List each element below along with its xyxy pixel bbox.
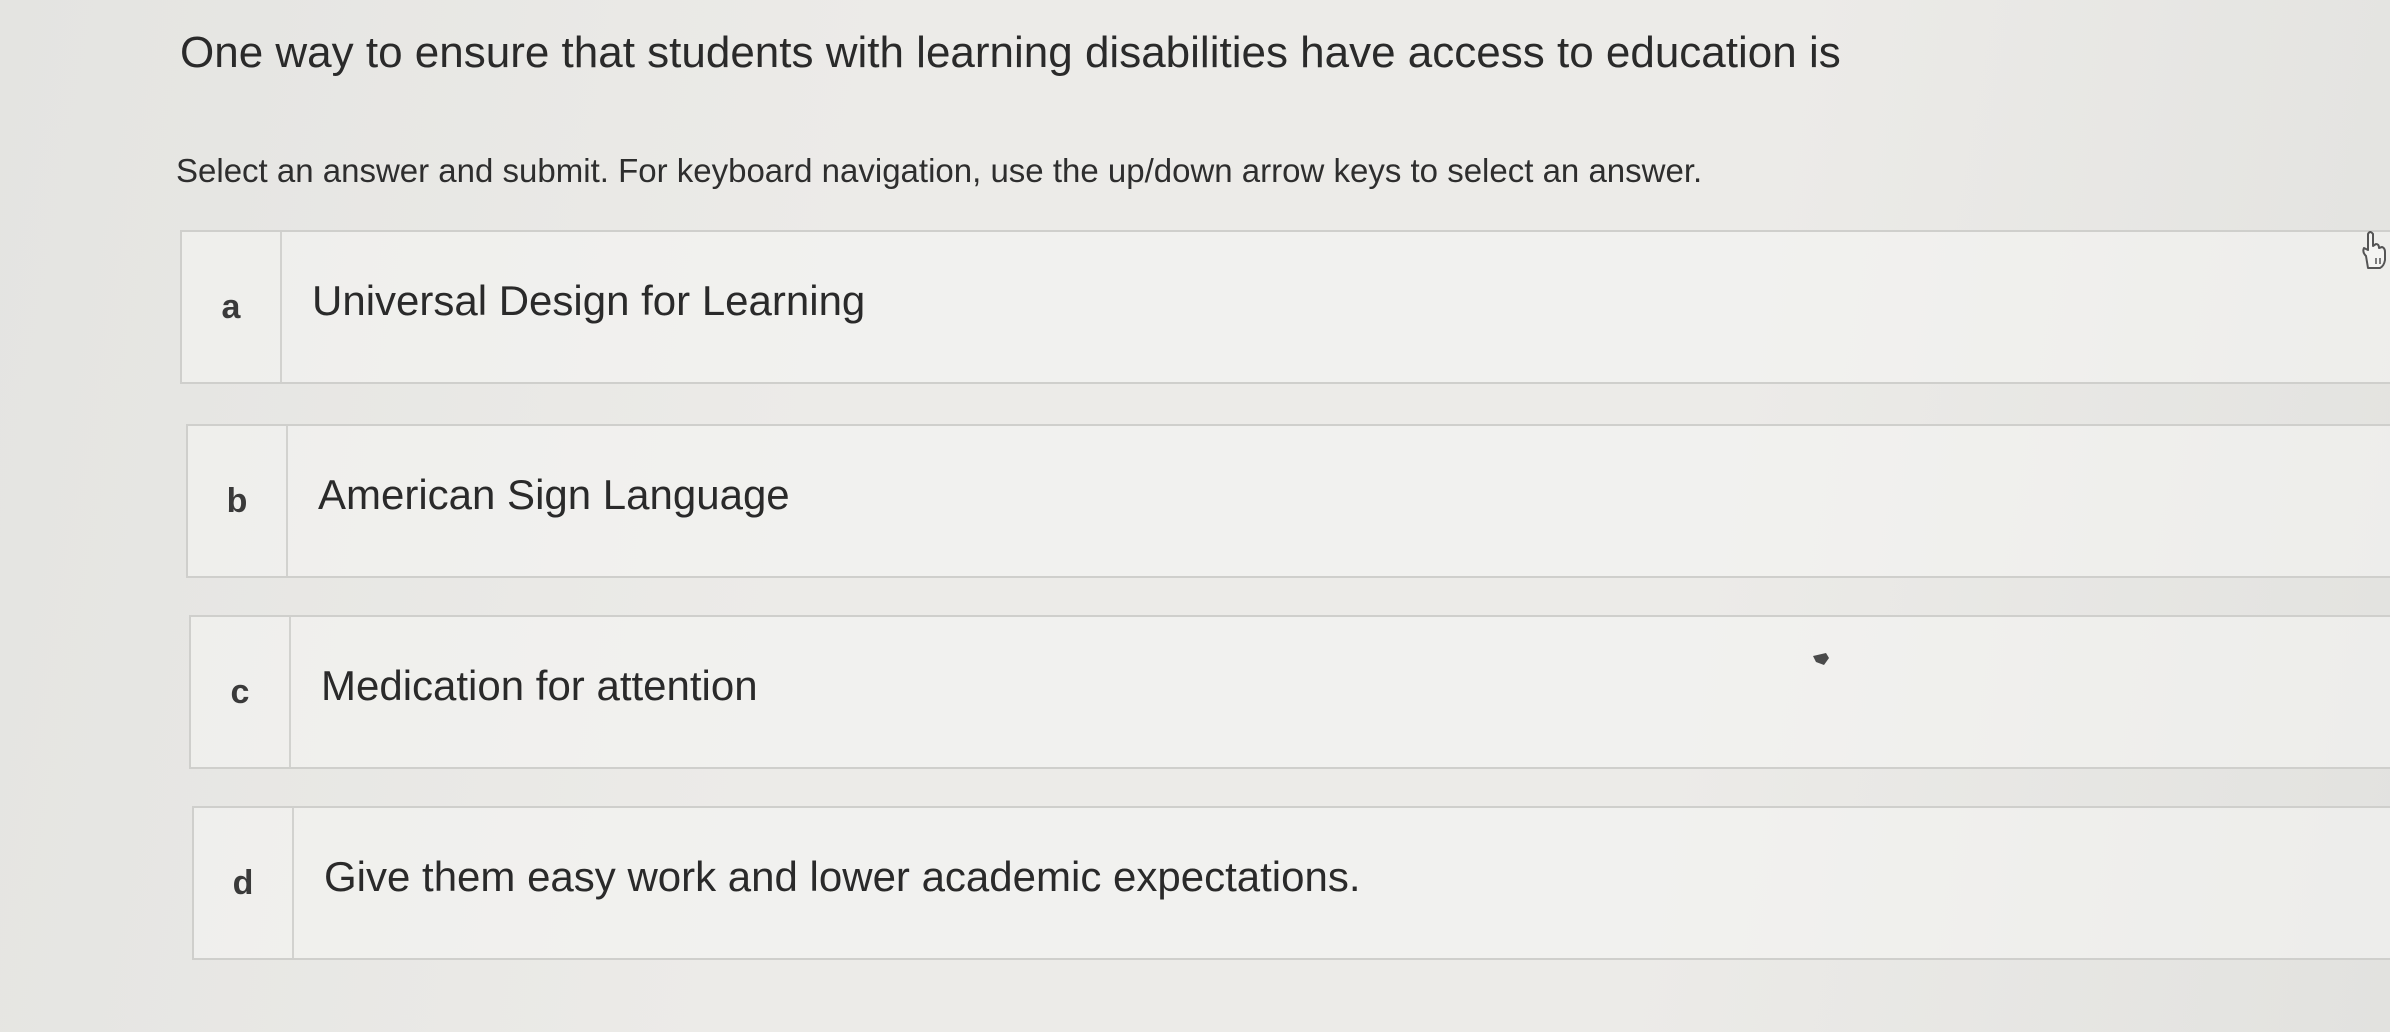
option-letter-c: c <box>191 617 291 767</box>
option-letter-d: d <box>194 808 294 958</box>
screen-speck-mark <box>1813 653 1829 665</box>
answer-option-a[interactable]: a Universal Design for Learning <box>180 230 2390 384</box>
option-text-a: Universal Design for Learning <box>312 277 866 324</box>
answer-option-d[interactable]: d Give them easy work and lower academic… <box>192 806 2390 960</box>
option-text-d: Give them easy work and lower academic e… <box>324 853 1361 900</box>
option-letter-a: a <box>182 232 282 382</box>
answer-option-c[interactable]: c Medication for attention <box>189 615 2390 769</box>
hand-pointer-icon <box>2362 231 2386 269</box>
option-letter-b: b <box>188 426 288 576</box>
option-text-b: American Sign Language <box>318 471 790 518</box>
option-text-c: Medication for attention <box>321 662 758 709</box>
answer-options-list: a Universal Design for Learning b Americ… <box>0 0 2390 1032</box>
answer-option-b[interactable]: b American Sign Language <box>186 424 2390 578</box>
